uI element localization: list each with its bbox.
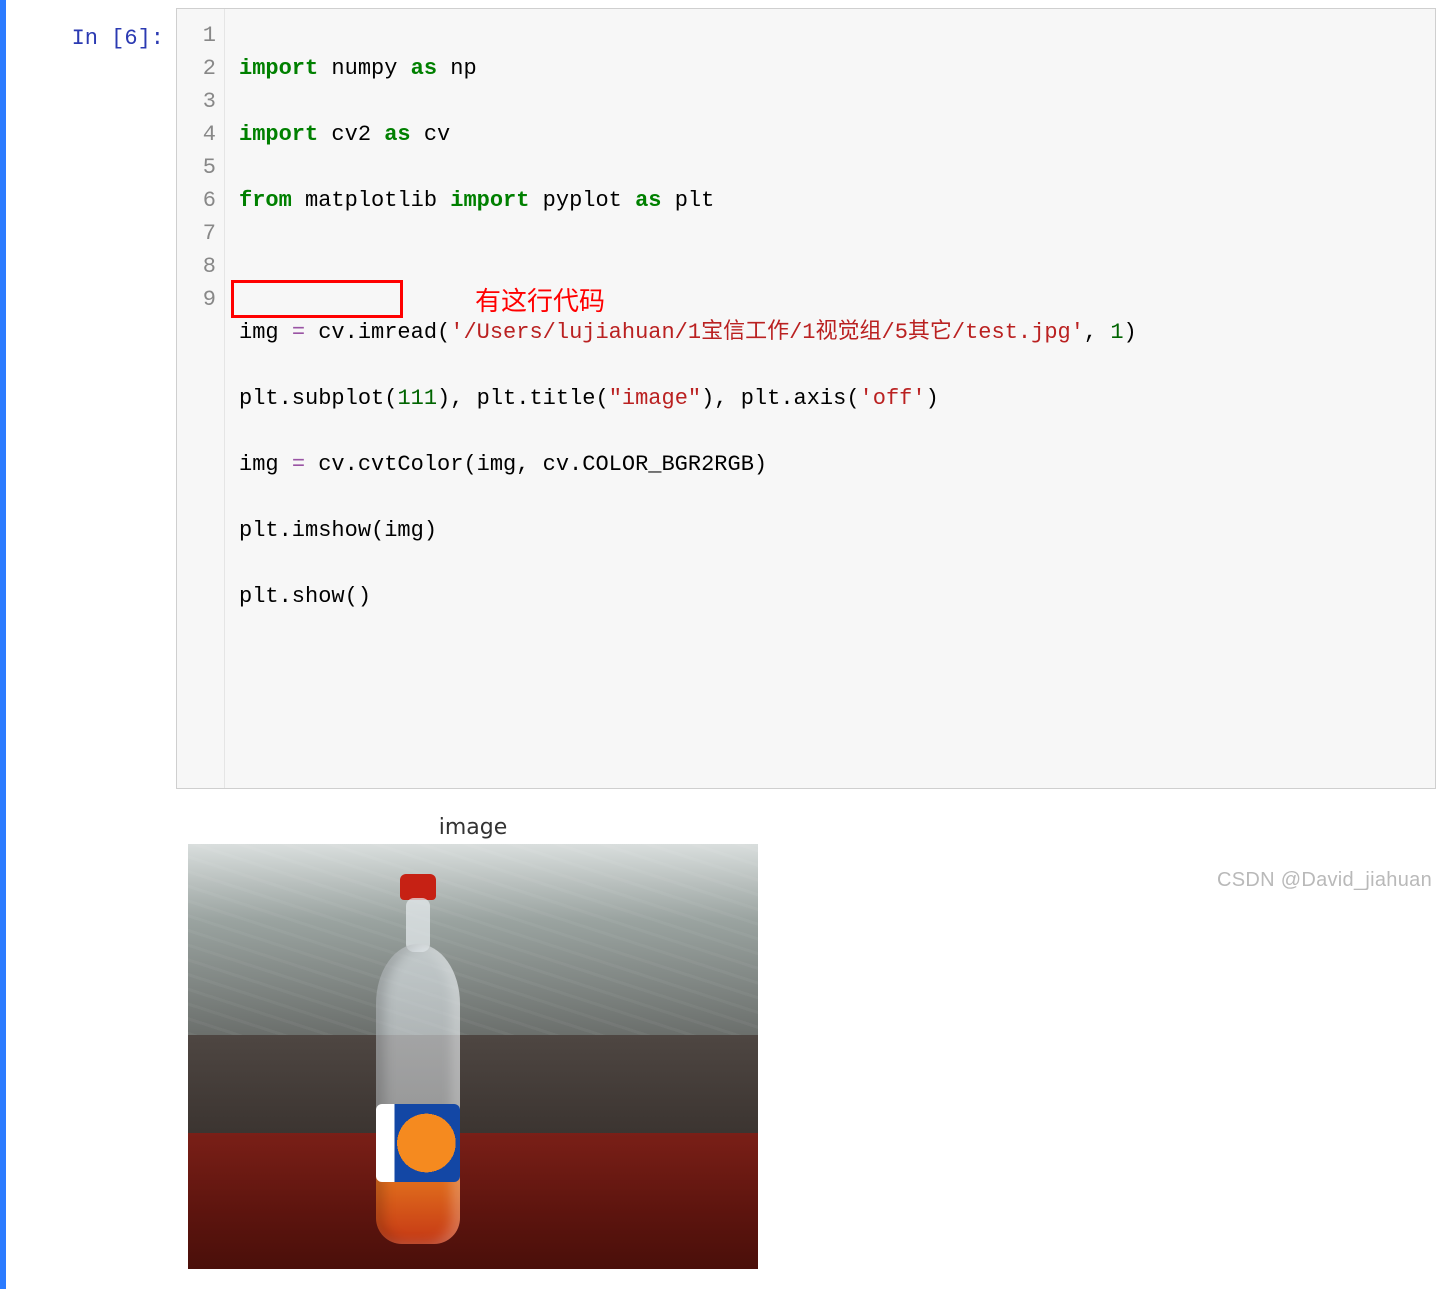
- code-line: plt.imshow(img): [239, 514, 1425, 547]
- code-line: import cv2 as cv: [239, 118, 1425, 151]
- code-line: import numpy as np: [239, 52, 1425, 85]
- image-subject-bottle: [358, 874, 478, 1254]
- line-number: 8: [177, 250, 216, 283]
- prompt-label: In [6]:: [72, 26, 164, 51]
- line-number: 5: [177, 151, 216, 184]
- code-line: plt.show(): [239, 580, 1425, 613]
- highlight-box: [231, 280, 403, 318]
- line-number: 9: [177, 283, 216, 316]
- cell-content: 1 2 3 4 5 6 7 8 9 import numpy as np imp…: [176, 8, 1446, 1269]
- line-number: 1: [177, 19, 216, 52]
- code-line: img = cv.imread('/Users/lujiahuan/1宝信工作/…: [239, 316, 1425, 349]
- plot-title: image: [188, 815, 758, 840]
- code-text[interactable]: import numpy as np import cv2 as cv from…: [225, 9, 1435, 788]
- output-image: [188, 844, 758, 1269]
- line-gutter: 1 2 3 4 5 6 7 8 9: [177, 9, 225, 788]
- bottle-cap-icon: [400, 874, 436, 900]
- input-prompt: In [6]:: [6, 8, 176, 1269]
- code-input[interactable]: 1 2 3 4 5 6 7 8 9 import numpy as np imp…: [176, 8, 1436, 789]
- code-line: img = cv.cvtColor(img, cv.COLOR_BGR2RGB): [239, 448, 1425, 481]
- code-line: from matplotlib import pyplot as plt: [239, 184, 1425, 217]
- code-line: [239, 250, 1425, 283]
- code-line: plt.subplot(111), plt.title("image"), pl…: [239, 382, 1425, 415]
- line-number: 7: [177, 217, 216, 250]
- watermark-text: CSDN @David_jiahuan: [1217, 869, 1432, 892]
- bottle-body-icon: [376, 944, 460, 1244]
- line-number: 2: [177, 52, 216, 85]
- line-number: 6: [177, 184, 216, 217]
- bottle-label-icon: [376, 1104, 460, 1182]
- line-number: 3: [177, 85, 216, 118]
- notebook-cell: In [6]: 1 2 3 4 5 6 7 8 9 import numpy a…: [0, 0, 1446, 1289]
- line-number: 4: [177, 118, 216, 151]
- annotation-text: 有这行代码: [475, 285, 605, 318]
